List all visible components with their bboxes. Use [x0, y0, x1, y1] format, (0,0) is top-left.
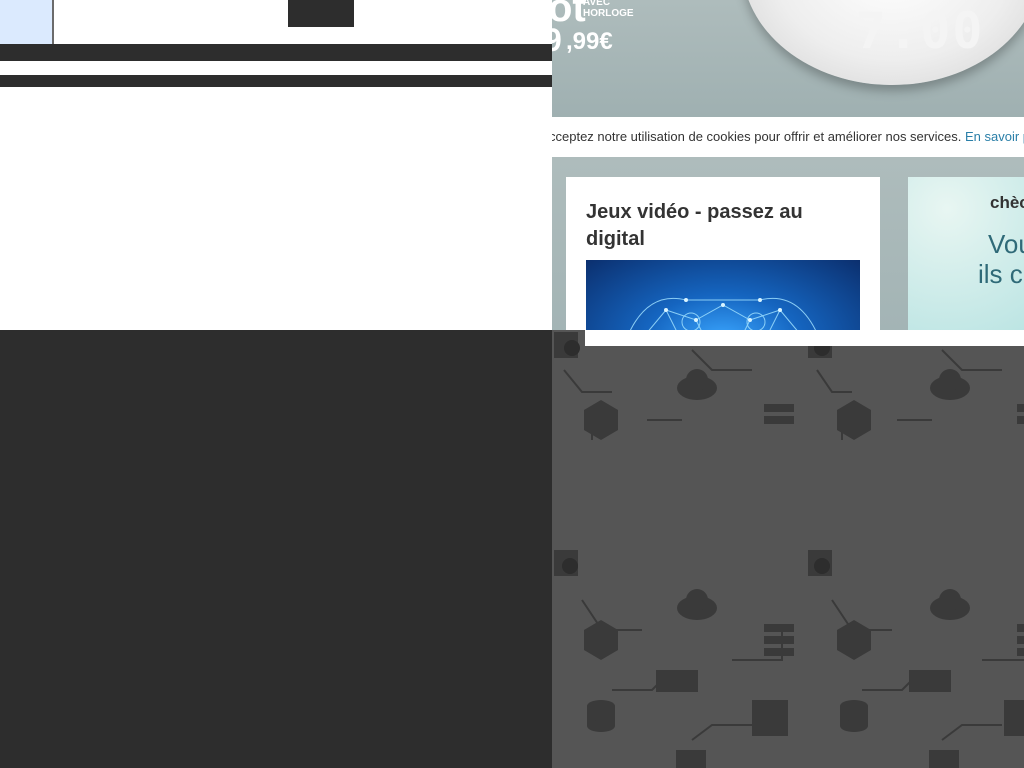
promo-card-text-line1: Vou [988, 229, 1024, 259]
footer-dark-block [33, 422, 472, 476]
promo-card-title[interactable]: Jeux vidéo - passez au digital [586, 199, 866, 253]
hero-price-integer: 9 [552, 22, 562, 58]
cookie-learn-more-link[interactable]: En savoir p [965, 129, 1024, 144]
hero-price-decimal: ,99€ [566, 28, 613, 55]
hero-banner[interactable]: ot AVEC HORLOGE 9 ,99€ 7:00 [552, 0, 1024, 117]
hero-badge-line1: AVEC [583, 0, 611, 8]
tech-pattern-icons [554, 332, 1024, 768]
left-tab-selected[interactable] [0, 0, 54, 44]
store-page: ot AVEC HORLOGE 9 ,99€ 7:00 cceptez notr… [552, 0, 1024, 768]
left-divider-bar [0, 44, 552, 61]
left-divider-bar-thin [0, 75, 552, 87]
gamepad-icon [625, 297, 821, 340]
promo-card-gift-cards[interactable]: chèc Vou ils ch [908, 177, 1024, 337]
cookie-notice: cceptez notre utilisation de cookies pou… [552, 117, 1024, 157]
footer-dark-button[interactable] [33, 576, 236, 618]
gamepad-image[interactable] [586, 260, 860, 340]
promo-card-video-games[interactable]: Jeux vidéo - passez au digital [566, 177, 880, 340]
hero-badge: AVEC HORLOGE [583, 0, 634, 19]
promo-cards-row: Jeux vidéo - passez au digital chè Vo il… [552, 157, 1024, 340]
promo-card-text-line2: ils ch [978, 259, 1024, 289]
speaker-clock-display: 7:00 [856, 2, 985, 60]
cookie-notice-message: cceptez notre utilisation de cookies pou… [552, 129, 962, 144]
cookie-notice-text: cceptez notre utilisation de cookies pou… [552, 129, 1024, 144]
left-dark-button[interactable] [288, 0, 354, 27]
promo-card-brand: chèc [990, 193, 1024, 212]
hero-badge-line2: HORLOGE [583, 8, 634, 19]
content-strip [585, 330, 1024, 346]
footer-pattern-background [552, 330, 1024, 768]
footer-dark-block [33, 486, 472, 546]
